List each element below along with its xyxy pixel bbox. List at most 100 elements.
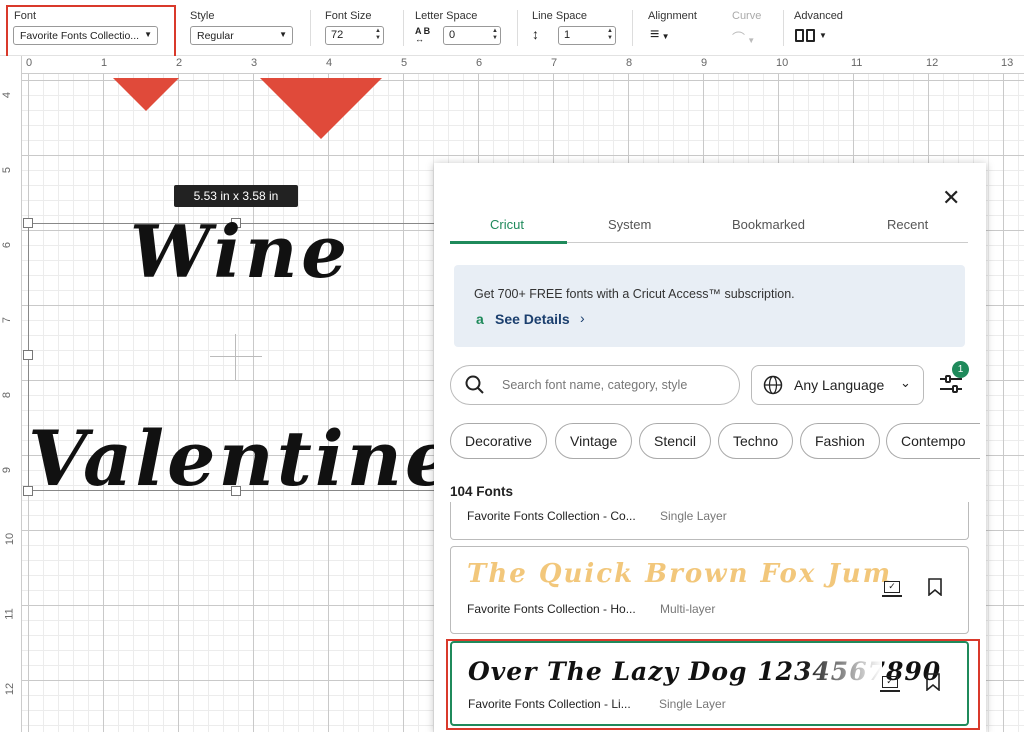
font-preview: The Quick Brown Fox Jum: [467, 559, 893, 589]
font-search-input[interactable]: Search font name, category, style: [450, 365, 740, 405]
line-space-stepper[interactable]: 1 ▲ ▼: [558, 26, 616, 45]
promo-text: Get 700+ FREE fonts with a Cricut Access…: [474, 287, 795, 301]
ruler-tick-label: 5: [401, 57, 408, 69]
toolbar-divider: [783, 10, 784, 46]
ruler-tick-label: 7: [551, 57, 558, 69]
font-name: Favorite Fonts Collection - Co...: [467, 509, 636, 523]
curve-group: Curve ⌒ ▼: [722, 0, 782, 56]
line-space-value: 1: [564, 29, 571, 41]
stepper-arrows-icon[interactable]: ▲ ▼: [607, 28, 613, 42]
language-dropdown[interactable]: Any Language ⌄: [751, 365, 924, 405]
pointer-arrow-small: [113, 78, 179, 111]
ruler-tick-label: 12: [926, 57, 939, 69]
access-promo-banner: Get 700+ FREE fonts with a Cricut Access…: [454, 265, 965, 347]
ruler-tick-label: 6: [476, 57, 483, 69]
line-space-icon: ↕: [532, 26, 539, 42]
advanced-group: Advanced ▼: [785, 0, 855, 56]
tab-bookmarked[interactable]: Bookmarked: [732, 217, 805, 232]
line-space-group: Line Space ↕ 1 ▲ ▼: [522, 0, 622, 56]
ruler-tick-label: 5: [1, 166, 14, 174]
font-size-value: 72: [331, 29, 344, 41]
ruler-tick-label: 0: [26, 57, 33, 69]
resize-handle[interactable]: [23, 218, 33, 228]
preview-on-canvas-icon[interactable]: ✓: [882, 581, 902, 597]
chip-vintage[interactable]: Vintage: [555, 423, 633, 459]
style-label: Style: [190, 10, 215, 22]
letter-space-value: 0: [449, 29, 456, 41]
font-card[interactable]: The Quick Brown Fox Jum Favorite Fonts C…: [450, 546, 969, 634]
globe-icon: [763, 375, 783, 395]
curve-icon: ⌒ ▼: [732, 31, 756, 46]
pointer-arrow-large: [260, 78, 382, 139]
chip-techno[interactable]: Techno: [718, 423, 794, 459]
chip-fashion[interactable]: Fashion: [800, 423, 880, 459]
font-size-group: Font Size 72 ▲ ▼: [315, 0, 395, 56]
see-details-link[interactable]: See Details: [495, 311, 570, 327]
stepper-arrows-icon[interactable]: ▲ ▼: [375, 28, 381, 42]
font-card[interactable]: Favorite Fonts Collection - Co... Single…: [450, 502, 969, 540]
center-crosshair-icon: [210, 334, 262, 380]
tab-system[interactable]: System: [608, 217, 651, 232]
ruler-tick-label: 8: [1, 391, 14, 399]
bookmark-icon[interactable]: [928, 578, 942, 597]
font-size-stepper[interactable]: 72 ▲ ▼: [325, 26, 384, 45]
resize-handle[interactable]: [23, 350, 33, 360]
style-select-value: Regular: [197, 30, 234, 42]
style-select[interactable]: Regular ▼: [190, 26, 293, 45]
selected-font-highlight: [446, 639, 980, 730]
style-group: Style Regular ▼: [180, 0, 300, 56]
search-icon: [465, 375, 484, 394]
access-icon: a: [476, 311, 484, 327]
chip-contemporary[interactable]: Contempo: [886, 423, 980, 459]
toolbar-divider: [310, 10, 311, 46]
chevron-down-icon: ⌄: [900, 375, 911, 390]
ruler-tick-label: 4: [326, 57, 333, 69]
alignment-group: Alignment ≡ ▼: [638, 0, 713, 56]
letter-space-label: Letter Space: [415, 10, 478, 22]
toolbar-divider: [403, 10, 404, 46]
ruler-tick-label: 12: [4, 682, 17, 696]
ruler-tick-label: 11: [851, 57, 863, 69]
chip-decorative[interactable]: Decorative: [450, 423, 547, 459]
align-center-icon[interactable]: ≡ ▼: [650, 27, 669, 44]
ruler-tick-label: 13: [1001, 57, 1014, 69]
language-value: Any Language: [794, 377, 885, 393]
ruler-tick-label: 9: [701, 57, 708, 69]
ruler-top: 0 1 2 3 4 5 6 7 8 9 10 11 12 13: [22, 56, 1024, 74]
letter-space-stepper[interactable]: 0 ▲ ▼: [443, 26, 501, 45]
ruler-tick-label: 7: [1, 316, 14, 324]
ruler-tick-label: 6: [1, 241, 14, 249]
text-toolbar: Font Favorite Fonts Collectio... ▼ Style…: [0, 0, 1024, 67]
ruler-tick-label: 9: [1, 466, 14, 474]
font-layer-type: Multi-layer: [660, 602, 716, 616]
ruler-left: 4 5 6 7 8 9 10 11 12: [0, 56, 22, 732]
close-icon[interactable]: ✕: [942, 187, 960, 209]
line-space-label: Line Space: [532, 10, 588, 22]
tab-cricut[interactable]: Cricut: [490, 217, 524, 232]
chevron-right-icon[interactable]: ›: [580, 310, 585, 326]
dropdown-arrow-icon: ▼: [279, 30, 287, 39]
tab-active-indicator: [450, 241, 567, 244]
search-placeholder: Search font name, category, style: [502, 378, 688, 392]
advanced-icon[interactable]: ▼: [795, 29, 827, 42]
ruler-tick-label: 3: [251, 57, 258, 69]
chip-stencil[interactable]: Stencil: [639, 423, 712, 459]
advanced-label: Advanced: [794, 10, 843, 22]
letter-space-icon: A B ↔: [415, 26, 431, 44]
ruler-tick-label: 10: [4, 532, 17, 546]
tab-recent[interactable]: Recent: [887, 217, 928, 232]
alignment-label: Alignment: [648, 10, 697, 22]
text-line-wine[interactable]: Wine: [130, 209, 351, 294]
dimensions-tooltip: 5.53 in x 3.58 in: [174, 185, 298, 207]
font-count: 104 Fonts: [450, 484, 514, 499]
curve-label: Curve: [732, 10, 762, 22]
ruler-tick-label: 11: [3, 608, 16, 620]
ruler-tick-label: 1: [101, 57, 108, 69]
toolbar-divider: [632, 10, 633, 46]
text-line-valentine[interactable]: Valentine: [28, 414, 456, 503]
letter-space-group: Letter Space A B ↔ 0 ▲ ▼: [405, 0, 505, 56]
font-name: Favorite Fonts Collection - Ho...: [467, 602, 636, 616]
font-layer-type: Single Layer: [660, 509, 727, 523]
filter-count-badge: 1: [952, 361, 969, 378]
stepper-arrows-icon[interactable]: ▲ ▼: [492, 28, 498, 42]
